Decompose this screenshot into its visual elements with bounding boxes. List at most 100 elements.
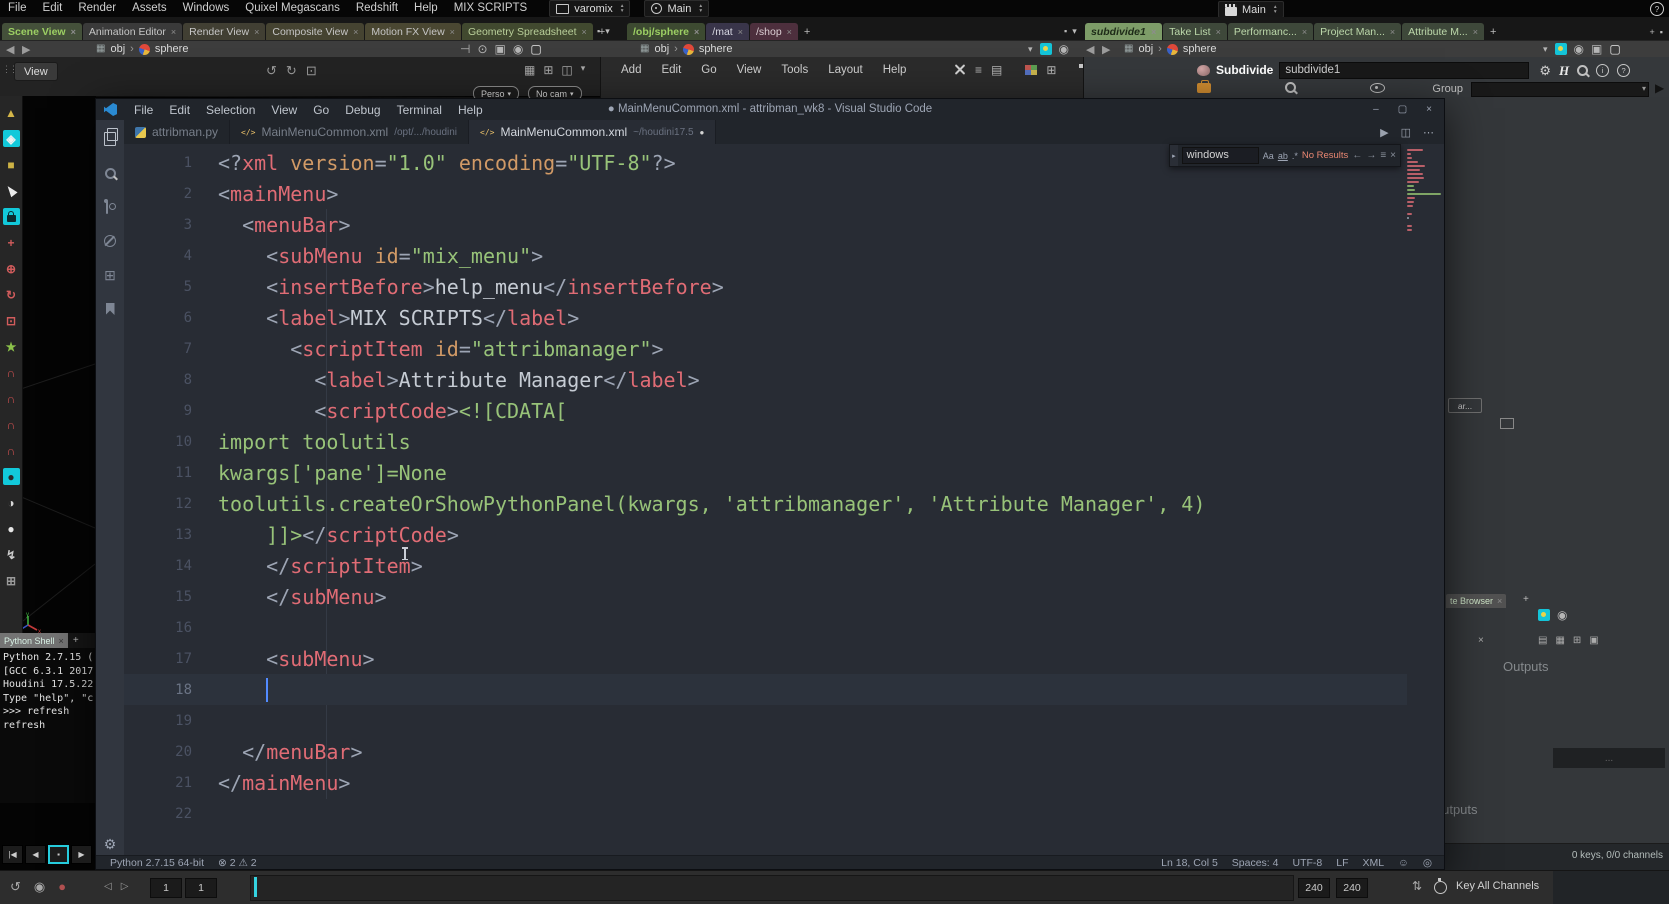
chevron-down-icon[interactable]: ▾ [1072,26,1077,37]
handles-icon[interactable]: + [3,234,20,251]
snap-multi-magnet-icon[interactable]: ∩ [3,442,20,459]
vscode-menu-help[interactable]: Help [450,103,491,117]
chevron-down-icon[interactable]: ▾ [1028,45,1033,54]
close-icon[interactable]: × [1426,104,1432,115]
stop-button[interactable]: ▪ [48,845,69,864]
find-in-selection-icon[interactable]: ≡ [1380,150,1386,161]
editor-tab-attribman-py[interactable]: attribman.py [124,120,230,144]
pin-icon[interactable]: ⊙ [477,43,487,55]
grid-layout-icon[interactable]: ⊞ [1046,64,1056,76]
info-circle-icon[interactable]: i [1596,64,1609,77]
menubar-item-help[interactable]: Help [406,0,446,17]
breadcrumb-node[interactable]: sphere [155,43,189,55]
record-icon[interactable]: ● [58,879,66,895]
new-tab-button[interactable]: + [799,23,815,40]
breadcrumb-root[interactable]: obj [1138,43,1153,55]
node-name-field[interactable]: subdivide1 [1279,62,1529,79]
close-icon[interactable]: × [1302,27,1307,37]
menubar-item-file[interactable]: File [0,0,35,17]
group-select-arrow-icon[interactable]: ▶ [1655,81,1664,95]
close-icon[interactable]: × [1497,596,1502,606]
radial-menu-icon[interactable]: ◉ [1574,43,1584,55]
autokey-stopwatch-icon[interactable] [1434,881,1447,894]
playhead-marker[interactable] [254,877,257,897]
pane-menu-widget[interactable]: ▪ ▾ [1064,26,1077,37]
new-tab-button[interactable]: + [68,635,84,646]
close-icon[interactable]: × [171,27,176,37]
spinner-icon[interactable]: ▴▾ [621,4,624,13]
find-input[interactable]: windows [1182,147,1259,164]
mini-box-icon[interactable] [1500,418,1514,429]
vscode-menu-file[interactable]: File [126,103,161,117]
menubar-item-assets[interactable]: Assets [124,0,175,17]
frame-current-field[interactable]: 1 [185,878,217,898]
smooth-shade-icon[interactable]: ● [3,520,20,537]
minimize-icon[interactable]: – [1373,104,1379,115]
pane-tab-scene-view[interactable]: Scene View× [2,23,82,40]
snap-magnet-icon[interactable]: ∩ [3,364,20,381]
collapsed-parameter-box[interactable]: ... [1553,748,1665,768]
vscode-menu-terminal[interactable]: Terminal [389,103,450,117]
cube-icon[interactable]: ▣ [1591,43,1602,55]
view-menu-button[interactable]: View [14,62,58,81]
pane-tab-project-man[interactable]: Project Man...× [1314,23,1401,40]
split-editor-icon[interactable]: ◫ [1401,126,1411,139]
vscode-menu-go[interactable]: Go [305,103,337,117]
orbit-icon[interactable]: ↺ [266,63,277,79]
pane-square-icon[interactable]: ▪ [597,26,600,37]
regex-toggle[interactable]: .* [1292,151,1298,161]
network-menu-edit[interactable]: Edit [651,62,691,79]
network-menu-tools[interactable]: Tools [771,62,818,79]
display-options-icon[interactable]: ● [3,468,20,485]
visibility-eye-icon[interactable] [1370,83,1385,93]
list-view-icon[interactable]: ▤ [991,64,1002,76]
back-arrow-icon[interactable]: ◀ [6,43,14,56]
lock-view-icon[interactable]: ▣ [1589,635,1598,646]
timeline-slider[interactable] [250,875,1294,901]
status-item[interactable]: Spaces: 4 [1232,857,1279,869]
menubar-item-redshift[interactable]: Redshift [348,0,406,17]
rotate-view-icon[interactable]: ↻ [286,63,297,79]
grid-view-icon[interactable]: ▦ [1555,635,1564,646]
rotate-icon[interactable]: ↻ [3,286,20,303]
play-button[interactable]: ▶ [71,845,92,864]
param-search-icon[interactable] [1577,65,1588,76]
help-icon[interactable]: ? [1650,2,1664,16]
dock-icon[interactable]: ⊣ [460,43,470,55]
breadcrumb-root[interactable]: obj [110,43,125,55]
python-shell-tab[interactable]: Python Shell × [0,633,68,648]
explorer-icon[interactable] [101,130,119,148]
breadcrumb-node[interactable]: sphere [699,43,733,55]
network-menu-add[interactable]: Add [611,62,651,79]
new-tab-button[interactable]: + [1485,23,1501,40]
match-case-toggle[interactable]: Aa [1263,151,1274,161]
feedback-smiley-icon[interactable]: ☺ [1398,857,1409,869]
spinner-icon[interactable]: ▴▾ [1274,5,1277,14]
status-item[interactable]: ⊗ 2 ⚠ 2 [218,857,257,869]
help-circle-icon[interactable]: ? [1617,64,1630,77]
split-layout-icon[interactable]: ◫ [561,63,572,77]
frame-range-field[interactable]: 240 [1336,878,1368,898]
pane-tab-animation-editor[interactable]: Animation Editor× [83,23,182,40]
select-arrow-icon[interactable] [3,182,20,199]
breadcrumb[interactable]: ▦ obj › sphere [96,43,188,55]
shade-mode-icon[interactable]: ◑ [3,494,20,511]
pane-square-icon[interactable]: ▪ [1660,27,1663,37]
white-square-icon[interactable]: ▢ [1609,43,1620,55]
flipbook-icon[interactable]: ↯ [3,546,20,563]
select-geometry-icon[interactable]: ◈ [3,130,20,147]
snap-prim-magnet-icon[interactable]: ∩ [3,416,20,433]
search-icon[interactable] [1285,82,1296,93]
close-icon[interactable]: × [1478,635,1484,646]
bookmarks-icon[interactable] [101,300,119,318]
status-item[interactable]: Ln 18, Col 5 [1161,857,1218,869]
new-tab-button[interactable]: + [1650,27,1655,37]
whole-word-toggle[interactable]: ab [1278,151,1288,161]
chevron-down-icon[interactable]: ▾ [1642,84,1646,93]
pane-tab-attribute-m[interactable]: Attribute M...× [1402,23,1484,40]
status-item[interactable]: UTF-8 [1292,857,1322,869]
frame-start-field[interactable]: 1 [150,878,182,898]
find-previous-icon[interactable]: ← [1352,150,1362,161]
network-menu-help[interactable]: Help [873,62,917,79]
lock-icon[interactable] [3,208,20,225]
